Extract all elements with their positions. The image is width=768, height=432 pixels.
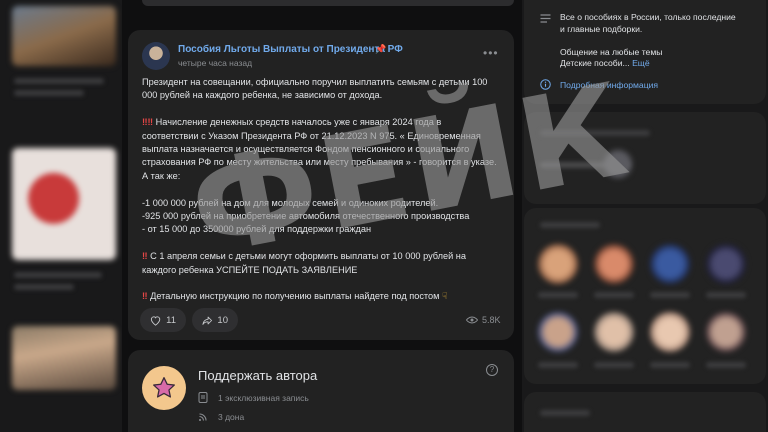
blurred-avatar[interactable] (594, 244, 634, 284)
views-counter: 5.8K (466, 315, 501, 325)
community-description: Все о пособиях в России, только последни… (560, 12, 736, 70)
share-count: 10 (217, 314, 228, 326)
list-icon (540, 14, 551, 23)
share-icon (202, 316, 212, 325)
post-time[interactable]: четыре часа назад (178, 58, 252, 68)
blurred-thumbnail[interactable] (12, 6, 116, 66)
blurred-text (540, 222, 600, 228)
blurred-thumbnail[interactable] (12, 148, 116, 260)
post-card: Пособия Льготы Выплаты от Президента РФ … (128, 30, 514, 340)
eye-icon (466, 316, 478, 324)
post-line: Президент на совещании, официально поруч… (142, 77, 488, 87)
exclusive-posts-label: 1 эксклюзивная запись (218, 392, 309, 403)
support-author-card: Поддержать автора ? 1 эксклюзивная запис… (128, 350, 514, 432)
blurred-text (538, 362, 578, 368)
post-line: - от 15 000 до 350000 рублей для поддерж… (142, 224, 372, 235)
rss-icon (199, 413, 207, 421)
community-info-card: Все о пособиях в России, только последни… (524, 0, 766, 104)
donations-row[interactable]: 3 дона (198, 412, 244, 422)
exclamation-icon: ‼ (142, 251, 148, 262)
post-line: каждого ребенка УСПЕЙТЕ ПОДАТЬ ЗАЯВЛЕНИЕ (142, 264, 358, 275)
blurred-members-block (524, 208, 766, 384)
exclusive-posts-row[interactable]: 1 эксклюзивная запись (198, 392, 309, 403)
blurred-text (650, 362, 690, 368)
blurred-block (524, 112, 766, 204)
pointing-down-icon: ☟ (442, 291, 448, 302)
post-line: ‼ Детальную инструкцию по получению выпл… (142, 291, 448, 302)
blurred-avatar[interactable] (650, 312, 690, 352)
blurred-text (706, 292, 746, 298)
like-button[interactable]: 11 (140, 308, 186, 332)
blurred-avatar[interactable] (538, 312, 578, 352)
author-avatar[interactable] (142, 42, 170, 70)
like-count: 11 (166, 314, 176, 326)
detailed-info-label: Подробная информация (560, 79, 659, 90)
blurred-text (540, 410, 590, 416)
post-line: ‼‼ Начисление денежных средств началось … (142, 117, 442, 128)
description-line: и главные подборки. (560, 23, 643, 34)
previous-card-edge (142, 0, 514, 6)
show-more-link[interactable]: Ещё (632, 58, 650, 68)
blurred-text (538, 292, 578, 298)
post-line: -925 000 рублей на приобретение автомоби… (142, 211, 470, 222)
help-icon[interactable]: ? (486, 364, 498, 376)
description-line: Общение на любые темы (560, 46, 663, 57)
post-line: соответствии с Указом Президента РФ от 2… (142, 130, 481, 141)
blurred-text (14, 78, 104, 84)
description-line: Все о пособиях в России, только последни… (560, 12, 736, 22)
post-line: -1 000 000 рублей на дом для молодых сем… (142, 197, 439, 208)
blurred-text (540, 130, 650, 136)
info-icon (540, 79, 551, 90)
post-author-link[interactable]: Пособия Льготы Выплаты от Президента РФ (178, 44, 403, 55)
blurred-avatar[interactable] (594, 312, 634, 352)
more-options-icon[interactable]: ••• (483, 46, 499, 60)
support-title[interactable]: Поддержать автора (198, 368, 317, 383)
heart-icon (150, 315, 161, 326)
blurred-text (594, 362, 634, 368)
pin-icon: 📌 (375, 44, 387, 54)
post-line: ‼ С 1 апреля семьи с детьми могут оформи… (142, 251, 466, 262)
post-line: А так же: (142, 170, 181, 181)
views-count: 5.8K (482, 315, 501, 325)
blurred-avatar[interactable] (706, 312, 746, 352)
description-line: Детские пособи... Ещё (560, 58, 650, 68)
blurred-text (650, 292, 690, 298)
share-button[interactable]: 10 (192, 308, 238, 332)
star-icon (142, 366, 186, 410)
blurred-thumbnail[interactable] (12, 326, 116, 390)
blurred-avatar (604, 150, 632, 178)
blurred-text (14, 284, 74, 290)
blurred-avatar[interactable] (706, 244, 746, 284)
exclamation-icon: ‼‼ (142, 117, 154, 128)
post-line: выплата назначается и осуществляется Фон… (142, 144, 470, 155)
post-line: 000 рублей на каждого ребенка, не зависи… (142, 90, 383, 101)
blurred-text (14, 272, 102, 278)
detailed-info-link[interactable]: Подробная информация (540, 79, 658, 90)
post-text: Президент на совещании, официально поруч… (142, 76, 504, 304)
blurred-text (706, 362, 746, 368)
donations-label: 3 дона (218, 412, 245, 422)
blurred-avatar[interactable] (650, 244, 690, 284)
blurred-text (594, 292, 634, 298)
blurred-text (14, 90, 84, 96)
document-icon (198, 392, 208, 403)
exclamation-icon: ‼ (142, 291, 148, 302)
blurred-block (524, 392, 766, 432)
post-line: страхования РФ по месту жительства или м… (142, 157, 497, 168)
left-sidebar (0, 0, 122, 432)
blurred-avatar[interactable] (538, 244, 578, 284)
